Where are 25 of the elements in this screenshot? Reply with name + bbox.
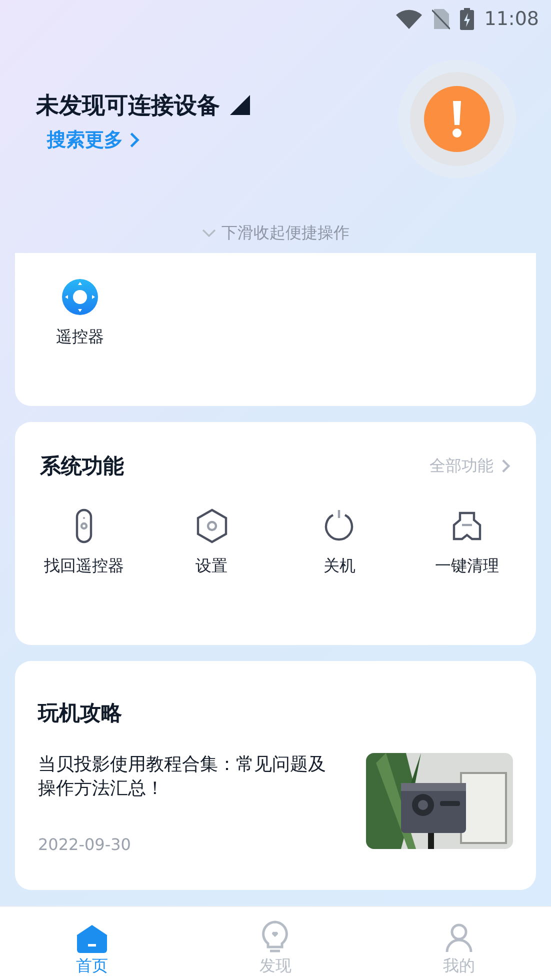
function-tile[interactable]: 设置 bbox=[148, 508, 276, 578]
article-title[interactable]: 当贝投影使用教程合集：常见问题及操作方法汇总！ bbox=[38, 753, 328, 802]
battery-charging-icon bbox=[460, 8, 474, 30]
person-icon bbox=[444, 922, 474, 954]
collapse-hint: 下滑收起便捷操作 bbox=[222, 222, 350, 244]
device-status-title: 未发现可连接设备 bbox=[36, 92, 220, 121]
remote-shortcut[interactable]: 遥控器 bbox=[35, 278, 125, 348]
wifi-icon bbox=[396, 8, 422, 29]
status-time: 11:08 bbox=[484, 8, 539, 30]
function-tile[interactable]: 一键清理 bbox=[403, 508, 531, 578]
article-date: 2022-09-30 bbox=[38, 835, 132, 854]
alert-icon[interactable] bbox=[424, 86, 490, 152]
chevron-right-icon bbox=[501, 458, 511, 474]
chevron-right-icon bbox=[129, 130, 140, 149]
no-sim-icon bbox=[432, 8, 450, 30]
section-title: 玩机攻略 bbox=[38, 701, 122, 726]
dpad-icon bbox=[62, 278, 98, 315]
section-title: 系统功能 bbox=[40, 453, 124, 480]
settings-icon bbox=[194, 508, 229, 544]
home-icon bbox=[76, 924, 108, 954]
function-tile[interactable]: 关机 bbox=[276, 508, 404, 578]
function-tile[interactable]: 找回遥控器 bbox=[20, 508, 148, 578]
corner-triangle-icon bbox=[230, 95, 250, 116]
chevron-down-icon bbox=[202, 229, 216, 238]
lightbulb-icon bbox=[261, 920, 290, 954]
